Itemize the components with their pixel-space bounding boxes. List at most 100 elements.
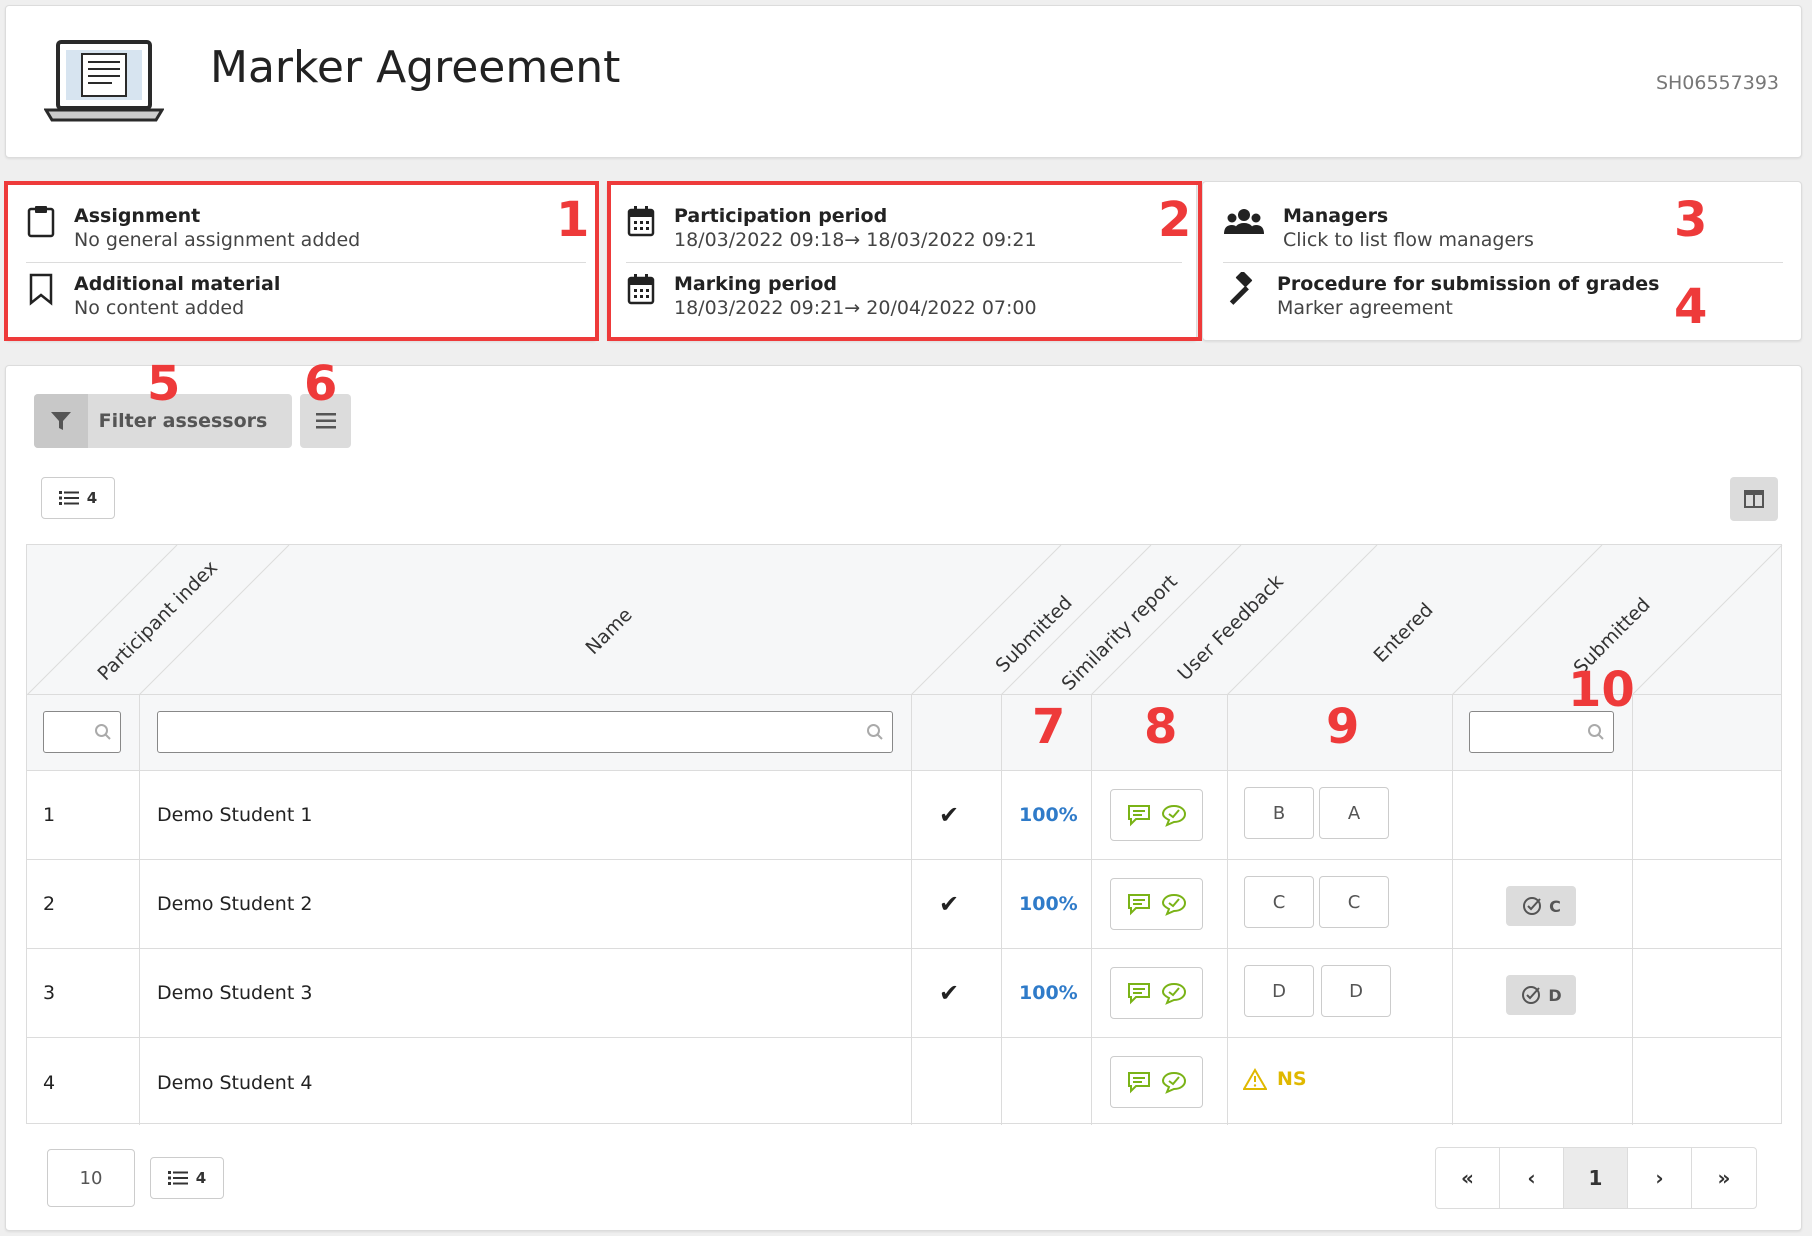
submitted-check-icon: ✔ bbox=[939, 979, 960, 1007]
list-icon bbox=[58, 491, 79, 505]
comment-check-icon[interactable] bbox=[1161, 981, 1187, 1005]
table-row[interactable]: 2 Demo Student 2 ✔ 100% C C C bbox=[27, 860, 1781, 949]
laptop-icon bbox=[44, 40, 164, 122]
material-row[interactable]: Additional material No content added bbox=[26, 272, 280, 320]
comment-icon[interactable] bbox=[1126, 981, 1152, 1005]
participant-name: Demo Student 3 bbox=[157, 982, 313, 1004]
managers-row[interactable]: Managers Click to list flow managers bbox=[1223, 204, 1534, 252]
row-count-indicator[interactable]: 4 bbox=[41, 477, 115, 519]
hamburger-icon bbox=[315, 413, 336, 429]
calendar-icon bbox=[627, 206, 655, 237]
material-title: Additional material bbox=[74, 273, 281, 295]
annotation-number: 2 bbox=[1158, 192, 1192, 248]
annotation-number: 3 bbox=[1674, 192, 1708, 248]
similarity-link[interactable]: 100% bbox=[1019, 949, 1078, 1037]
filter-icon-bg bbox=[34, 394, 88, 448]
procedure-text: Marker agreement bbox=[1277, 297, 1453, 319]
submitted-grade: D bbox=[1548, 985, 1562, 1005]
submitted-grade-badge[interactable]: D bbox=[1506, 975, 1576, 1015]
divider bbox=[626, 262, 1182, 263]
marking-title: Marking period bbox=[674, 273, 838, 295]
annotation-number: 7 bbox=[1032, 699, 1066, 755]
comment-icon[interactable] bbox=[1126, 1070, 1152, 1094]
divider bbox=[26, 262, 586, 263]
assignment-title: Assignment bbox=[74, 205, 201, 227]
filter-label: Filter assessors bbox=[98, 410, 268, 432]
ns-label: NS bbox=[1277, 1068, 1307, 1090]
table-row[interactable]: 1 Demo Student 1 ✔ 100% B A bbox=[27, 771, 1781, 860]
participant-index-search-input[interactable] bbox=[43, 711, 121, 753]
comment-icon[interactable] bbox=[1126, 892, 1152, 916]
annotation-number: 4 bbox=[1674, 279, 1708, 335]
managers-text: Click to list flow managers bbox=[1283, 229, 1534, 251]
columns-toggle-button[interactable] bbox=[1730, 477, 1778, 521]
assignment-card: Assignment No general assignment added Ad… bbox=[5, 181, 597, 341]
last-page-button[interactable]: » bbox=[1692, 1148, 1756, 1208]
entered-grade[interactable]: C bbox=[1244, 876, 1314, 928]
flow-code: SH06557393 bbox=[1655, 72, 1779, 94]
procedure-title: Procedure for submission of grades bbox=[1277, 273, 1660, 295]
feedback-buttons bbox=[1110, 789, 1203, 841]
annotation-number: 9 bbox=[1326, 699, 1360, 755]
table-header: Participant index Name Submitted Similar… bbox=[27, 545, 1783, 695]
material-text: No content added bbox=[74, 297, 245, 319]
search-icon bbox=[1588, 724, 1604, 740]
participant-name: Demo Student 1 bbox=[157, 804, 313, 826]
search-icon bbox=[95, 724, 111, 740]
entered-grade[interactable]: D bbox=[1244, 965, 1314, 1017]
managers-title: Managers bbox=[1283, 205, 1389, 227]
marking-text: 18/03/2022 09:21→ 20/04/2022 07:00 bbox=[674, 297, 1037, 319]
comment-check-icon[interactable] bbox=[1161, 1070, 1187, 1094]
divider bbox=[1223, 262, 1783, 263]
annotation-number: 10 bbox=[1568, 662, 1635, 718]
assessors-table: Participant index Name Submitted Similar… bbox=[26, 544, 1783, 1127]
assignment-text: No general assignment added bbox=[74, 229, 361, 251]
managers-card: Managers Click to list flow managers Proc… bbox=[1202, 181, 1802, 341]
not-submitted-status: NS bbox=[1243, 1068, 1307, 1090]
submitted-check-icon: ✔ bbox=[939, 890, 960, 918]
pagination: « ‹ 1 › » bbox=[1435, 1147, 1757, 1209]
comment-check-icon[interactable] bbox=[1161, 803, 1187, 827]
annotation-number: 6 bbox=[304, 356, 338, 412]
first-page-button[interactable]: « bbox=[1436, 1148, 1500, 1208]
participant-name: Demo Student 2 bbox=[157, 893, 313, 915]
entered-grade[interactable]: D bbox=[1321, 965, 1391, 1017]
row-count: 4 bbox=[86, 489, 98, 507]
page-size-select[interactable]: 10 bbox=[47, 1149, 135, 1207]
page-title: Marker Agreement bbox=[210, 42, 621, 93]
feedback-buttons bbox=[1110, 1056, 1203, 1108]
feedback-buttons bbox=[1110, 967, 1203, 1019]
submitted-grade-badge[interactable]: C bbox=[1506, 886, 1576, 926]
clipboard-icon bbox=[27, 206, 55, 238]
row-count: 4 bbox=[195, 1169, 207, 1187]
entered-grade[interactable]: A bbox=[1319, 787, 1389, 839]
submitted-grade: C bbox=[1549, 896, 1561, 916]
prev-page-button[interactable]: ‹ bbox=[1500, 1148, 1564, 1208]
annotation-number: 1 bbox=[556, 192, 590, 248]
participant-index: 3 bbox=[43, 982, 56, 1004]
row-count-indicator[interactable]: 4 bbox=[150, 1157, 224, 1199]
warning-icon bbox=[1243, 1068, 1267, 1090]
entered-grade[interactable]: C bbox=[1319, 876, 1389, 928]
assignment-row[interactable]: Assignment No general assignment added bbox=[26, 204, 360, 252]
check-circle-icon bbox=[1522, 986, 1541, 1004]
feedback-buttons bbox=[1110, 878, 1203, 930]
page-header: Marker Agreement SH06557393 bbox=[5, 5, 1802, 158]
next-page-button[interactable]: › bbox=[1628, 1148, 1692, 1208]
calendar-icon bbox=[627, 274, 655, 305]
comment-icon[interactable] bbox=[1126, 803, 1152, 827]
participant-index: 4 bbox=[43, 1071, 56, 1094]
columns-icon bbox=[1744, 490, 1764, 508]
name-search-input[interactable] bbox=[157, 711, 893, 753]
marking-row: Marking period 18/03/2022 09:21→ 20/04/20… bbox=[626, 272, 1037, 320]
similarity-link[interactable]: 100% bbox=[1019, 860, 1078, 948]
list-icon bbox=[167, 1171, 188, 1185]
similarity-link[interactable]: 100% bbox=[1019, 771, 1078, 859]
table-row[interactable]: 4 Demo Student 4 NS bbox=[27, 1038, 1781, 1127]
participation-text: 18/03/2022 09:18→ 18/03/2022 09:21 bbox=[674, 229, 1037, 251]
filter-row bbox=[27, 695, 1781, 771]
page-number-button[interactable]: 1 bbox=[1564, 1148, 1628, 1208]
comment-check-icon[interactable] bbox=[1161, 892, 1187, 916]
table-row[interactable]: 3 Demo Student 3 ✔ 100% D D D bbox=[27, 949, 1781, 1038]
entered-grade[interactable]: B bbox=[1244, 787, 1314, 839]
